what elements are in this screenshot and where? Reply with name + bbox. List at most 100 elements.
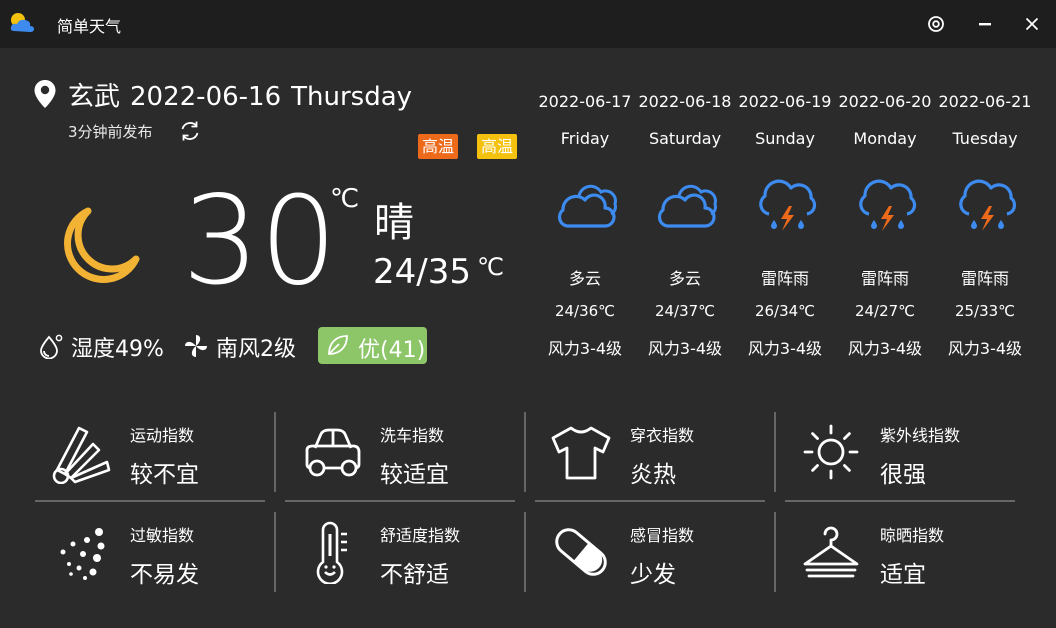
forecast-day[interactable]: 2022-06-18 Saturday 多云 24/37℃ 风力3-4级 [635,88,735,358]
pill-icon [555,528,607,576]
index-value: 较适宜 [380,462,449,488]
divider [35,500,265,502]
forecast-condition: 雷阵雨 [760,269,809,288]
humidity-icon [40,334,63,359]
wind-value: 南风2级 [216,337,296,362]
forecast-temp-range: 24/36℃ [554,302,616,320]
index-drying[interactable]: 晾晒指数 适宜 [785,512,1025,602]
forecast-temp-range: 24/27℃ [854,302,916,320]
current-header: 玄武 2022-06-16 Thursday [68,76,422,113]
current-date: 2022-06-16 [130,82,282,112]
index-name: 洗车指数 [380,426,445,445]
forecast-day[interactable]: 2022-06-20 Monday 雷阵雨 24/27℃ 风力3-4级 [835,88,935,358]
index-allergy[interactable]: 过敏指数 不易发 [35,512,275,602]
forecast-weekday: Sunday [755,129,815,148]
forecast-weekday: Monday [853,129,917,148]
index-value: 不舒适 [380,562,449,588]
index-name: 感冒指数 [630,526,695,545]
moon-icon [64,207,140,283]
forecast-date: 2022-06-21 [938,92,1032,111]
forecast-weekday: Saturday [648,129,722,148]
car-icon [305,428,361,477]
thunderstorm-icon [759,179,817,231]
app-logo-icon [10,13,35,32]
cloudy-icon [557,184,617,228]
divider [774,412,776,492]
range-value: 24/35 [373,252,471,292]
index-name: 运动指数 [130,426,195,445]
index-name: 过敏指数 [130,526,195,545]
current-weekday: Thursday [291,82,413,112]
forecast-condition: 多云 [568,269,601,288]
shuttlecock-icon [52,426,111,484]
forecast-temp-range: 26/34℃ [754,302,816,320]
app-title: 简单天气 [57,17,122,36]
index-value: 较不宜 [130,462,199,488]
publish-time: 3分钟前发布 [68,123,153,141]
index-dressing[interactable]: 穿衣指数 炎热 [535,412,775,502]
thunderstorm-icon [959,179,1017,231]
index-value: 适宜 [880,562,926,588]
refresh-icon[interactable] [178,119,202,143]
index-name: 紫外线指数 [880,426,961,445]
temperature-unit: ℃ [330,184,360,214]
aqi-badge[interactable]: 优(41) [318,327,427,364]
forecast-day[interactable]: 2022-06-21 Tuesday 雷阵雨 25/33℃ 风力3-4级 [935,88,1035,358]
current-temp-range: 24/35 ℃ [373,252,504,292]
forecast-condition: 雷阵雨 [860,269,909,288]
index-name: 穿衣指数 [630,426,695,445]
cloudy-icon [657,184,717,228]
index-cold[interactable]: 感冒指数 少发 [535,512,775,602]
forecast-day[interactable]: 2022-06-19 Sunday 雷阵雨 26/34℃ 风力3-4级 [735,88,835,358]
forecast-temp-range: 25/33℃ [954,302,1016,320]
forecast-wind: 风力3-4级 [647,339,723,358]
forecast-day[interactable]: 2022-06-17 Friday 多云 24/36℃ 风力3-4级 [535,88,635,358]
forecast-date: 2022-06-19 [738,92,832,111]
close-icon [1025,17,1039,31]
location-pin-icon [34,80,56,108]
divider [535,500,765,502]
wind-fan-icon [185,335,207,357]
divider [524,412,526,492]
current-temperature: 30 [182,170,338,312]
forecast-date: 2022-06-17 [538,92,632,111]
forecast-date: 2022-06-20 [838,92,932,111]
range-unit: ℃ [476,253,504,281]
divider [274,412,276,492]
index-car-wash[interactable]: 洗车指数 较适宜 [285,412,525,502]
divider [524,512,526,592]
pollen-icon [60,528,105,580]
settings-gear-icon [928,16,944,32]
forecast-date: 2022-06-18 [638,92,732,111]
forecast-temp-range: 24/37℃ [654,302,716,320]
location-name[interactable]: 玄武 [68,82,120,112]
index-value: 不易发 [130,562,199,588]
hanger-icon [803,526,859,578]
tshirt-icon [551,426,611,480]
index-sport[interactable]: 运动指数 较不宜 [35,412,275,502]
settings-button[interactable] [922,10,950,38]
index-comfort[interactable]: 舒适度指数 不舒适 [285,512,525,602]
divider [285,500,515,502]
humidity-value: 湿度49% [71,337,164,362]
minimize-button[interactable] [971,10,999,38]
index-uv[interactable]: 紫外线指数 很强 [785,412,1025,502]
thermometer-face-icon [316,521,347,584]
forecast-wind: 风力3-4级 [947,339,1023,358]
index-name: 晾晒指数 [880,526,945,545]
leaf-icon [328,335,348,355]
alert-badge-high-temp[interactable]: 高温 [418,134,459,159]
forecast-wind: 风力3-4级 [547,339,623,358]
index-value: 炎热 [630,462,676,488]
divider [274,512,276,592]
forecast-condition: 多云 [668,269,701,288]
alert-badge-high-temp[interactable]: 高温 [477,134,518,159]
aqi-value: 优(41) [358,338,426,363]
forecast-weekday: Friday [560,129,610,148]
index-value: 很强 [880,462,926,488]
index-name: 舒适度指数 [380,526,461,545]
close-button[interactable] [1018,10,1046,38]
divider [774,512,776,592]
title-bar: 简单天气 [0,0,1056,48]
forecast-condition: 雷阵雨 [960,269,1009,288]
